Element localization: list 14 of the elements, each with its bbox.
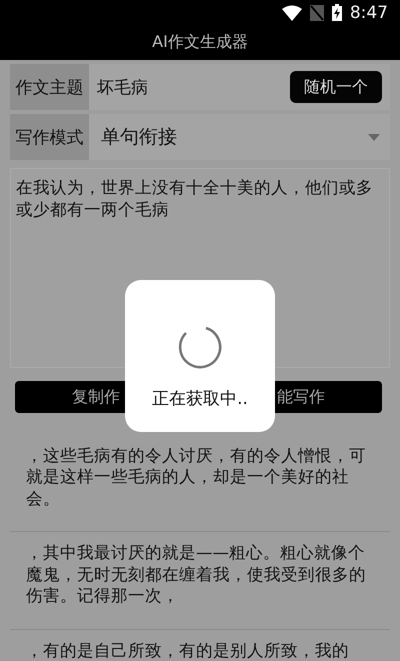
topic-label: 作文主题 bbox=[10, 64, 89, 110]
sentence-item[interactable]: ，这些毛病有的令人讨厌，有的令人憎恨，可就是这样一些毛病的人，却是一个美好的社会。 bbox=[10, 435, 390, 532]
clock-time: 8:47 bbox=[350, 2, 388, 22]
dropdown-caret-icon bbox=[368, 134, 380, 140]
random-button[interactable]: 随机一个 bbox=[290, 71, 382, 103]
no-signal-icon bbox=[310, 4, 324, 20]
wifi-icon bbox=[282, 4, 302, 20]
mode-dropdown[interactable]: 单句衔接 bbox=[89, 114, 390, 160]
sentence-item[interactable]: ，其中我最讨厌的就是——粗心。粗心就像个魔鬼，无时无刻都在缠着我，使我受到很多的伤害。记得那一次， bbox=[10, 532, 390, 630]
sentence-item[interactable]: ，有的是自己所致，有的是别人所致，我的 bbox=[10, 630, 390, 661]
battery-charging-icon bbox=[332, 4, 342, 21]
mode-label: 写作模式 bbox=[10, 114, 89, 160]
app-title: AI作文生成器 bbox=[152, 32, 248, 53]
topic-field[interactable]: 坏毛病 bbox=[89, 64, 290, 110]
